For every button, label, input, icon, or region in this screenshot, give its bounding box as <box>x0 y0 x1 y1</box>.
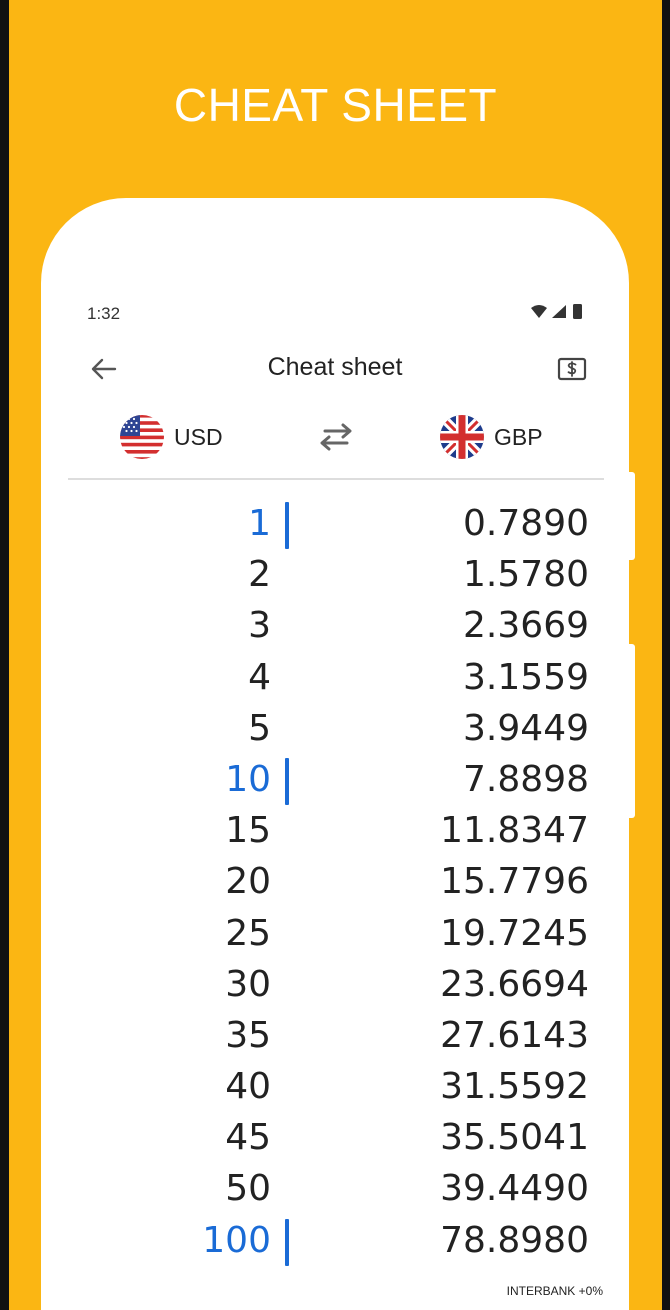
converted-value-cell: 27.6143 <box>440 1014 589 1056</box>
amount-cell: 100 <box>202 1219 271 1261</box>
amount-cell: 25 <box>225 912 271 954</box>
divider <box>68 478 604 480</box>
to-currency-code: GBP <box>494 423 543 450</box>
currency-note-icon[interactable] <box>557 356 587 382</box>
status-icons <box>531 304 582 319</box>
amount-cell: 3 <box>248 605 271 647</box>
conversion-table: 1 0.7890 2 1.5780 3 2.3669 4 3.1559 5 3.9449 10 7.8… <box>41 499 629 1279</box>
converted-value-cell: 39.4490 <box>440 1168 589 1210</box>
amount-cell: 5 <box>248 707 271 749</box>
table-row[interactable]: 3 2.3669 <box>41 601 629 652</box>
power-button <box>629 644 635 818</box>
table-row[interactable]: 5 3.9449 <box>41 704 629 755</box>
converted-value-cell: 19.7245 <box>440 912 589 954</box>
amount-cell: 50 <box>225 1168 271 1210</box>
page-title: Cheat sheet <box>267 353 403 381</box>
table-row[interactable]: 45 35.5041 <box>41 1113 629 1164</box>
table-row[interactable]: 4 3.1559 <box>41 653 629 704</box>
highlight-marker <box>285 1218 289 1266</box>
amount-cell: 30 <box>225 963 271 1005</box>
converted-value-cell: 3.1559 <box>463 656 589 698</box>
swap-icon[interactable] <box>313 420 359 454</box>
table-row[interactable]: 15 11.8347 <box>41 806 629 857</box>
converted-value-cell: 0.7890 <box>463 503 589 544</box>
to-currency-selector[interactable]: GBP <box>439 412 543 462</box>
converted-value-cell: 15.7796 <box>440 861 589 903</box>
amount-cell: 10 <box>225 758 271 800</box>
amount-cell: 1 <box>248 503 271 544</box>
converted-value-cell: 23.6694 <box>440 963 589 1005</box>
converted-value-cell: 35.5041 <box>440 1117 589 1159</box>
table-row[interactable]: 100 78.8980 <box>41 1216 629 1267</box>
banner-title: CHEAT SHEET <box>173 79 498 131</box>
status-time: 1:32 <box>87 304 121 323</box>
table-row[interactable]: 10 7.8898 <box>41 755 629 806</box>
signal-icon <box>552 305 566 318</box>
battery-icon <box>573 304 582 319</box>
table-row[interactable]: 40 31.5592 <box>41 1062 629 1113</box>
amount-cell: 40 <box>225 1066 271 1108</box>
highlight-marker <box>285 502 289 549</box>
us-flag-icon <box>120 415 164 459</box>
table-row[interactable]: 30 23.6694 <box>41 960 629 1011</box>
table-row[interactable]: 2 1.5780 <box>41 550 629 601</box>
from-currency-code: USD <box>174 423 223 450</box>
converted-value-cell: 7.8898 <box>463 758 589 800</box>
converted-value-cell: 2.3669 <box>463 605 589 647</box>
wifi-icon <box>531 305 547 318</box>
promo-banner: CHEAT SHEET 1:32 Cheat sheet USD GBP 1 0… <box>9 0 662 1310</box>
volume-button <box>629 472 635 560</box>
converted-value-cell: 1.5780 <box>463 554 589 596</box>
table-row[interactable]: 35 27.6143 <box>41 1011 629 1062</box>
amount-cell: 20 <box>225 861 271 903</box>
converted-value-cell: 78.8980 <box>440 1219 589 1261</box>
converted-value-cell: 3.9449 <box>463 707 589 749</box>
table-row[interactable]: 50 39.4490 <box>41 1164 629 1215</box>
amount-cell: 35 <box>225 1014 271 1056</box>
amount-cell: 15 <box>225 810 271 852</box>
from-currency-selector[interactable]: USD <box>119 412 223 462</box>
table-row[interactable]: 25 19.7245 <box>41 909 629 960</box>
amount-cell: 4 <box>248 656 271 698</box>
highlight-marker <box>285 757 289 805</box>
converted-value-cell: 31.5592 <box>440 1066 589 1108</box>
phone-screen: 1:32 Cheat sheet USD GBP 1 0.7890 2 1.57… <box>41 198 629 1310</box>
amount-cell: 45 <box>225 1117 271 1159</box>
table-row[interactable]: 1 0.7890 <box>41 499 629 550</box>
uk-flag-icon <box>440 415 484 459</box>
table-row[interactable]: 20 15.7796 <box>41 857 629 908</box>
amount-cell: 2 <box>248 554 271 596</box>
rate-note: INTERBANK +0% <box>506 1284 603 1298</box>
converted-value-cell: 11.8347 <box>440 810 589 852</box>
